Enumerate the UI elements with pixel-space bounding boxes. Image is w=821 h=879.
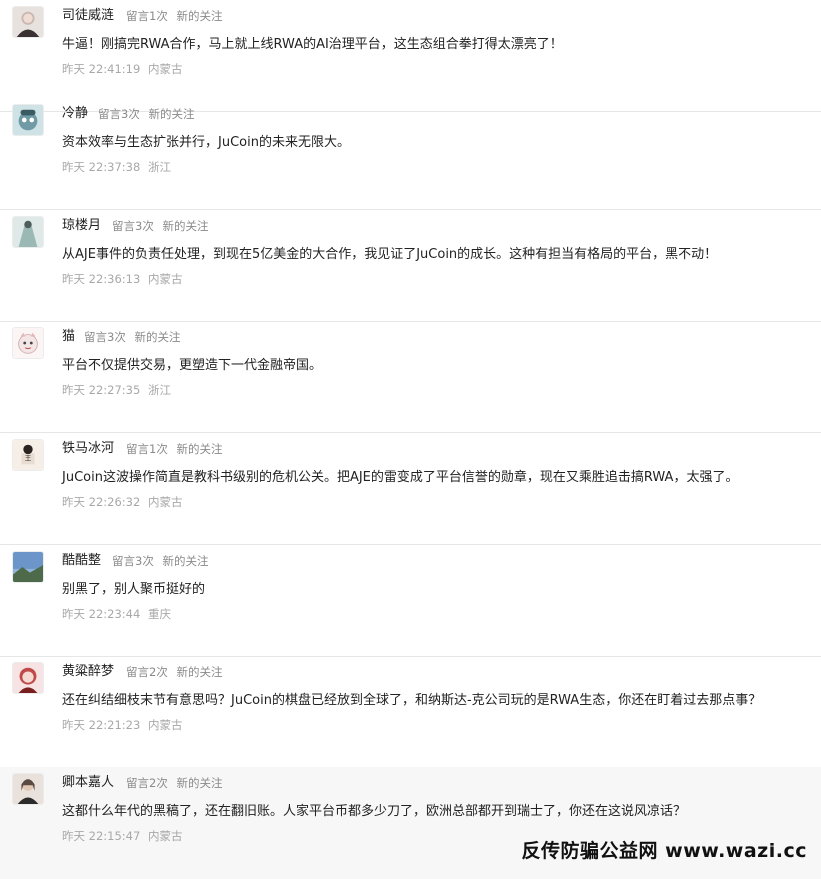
comment-location: 重庆 <box>147 607 171 621</box>
follow-tag: 新的关注 <box>162 219 209 233</box>
comment-timestamp: 昨天 22:26:32 内蒙古 <box>62 494 182 510</box>
comment-item: 琼楼月 留言3次 新的关注 从AJE事件的负责任处理，到现在5亿美金的大合作，我… <box>0 210 821 322</box>
comment-timestamp: 昨天 22:37:38 浙江 <box>62 159 171 175</box>
comment-text: 这都什么年代的黑稿了，还在翻旧账。人家平台币都多少刀了，欧洲总部都开到瑞士了，你… <box>62 804 687 819</box>
commenter-meta: 留言3次 新的关注 <box>112 553 208 569</box>
comment-text: 平台不仅提供交易，更塑造下一代金融帝国。 <box>62 358 323 373</box>
comment-item: 猫 留言3次 新的关注 平台不仅提供交易，更塑造下一代金融帝国。 昨天 22:2… <box>0 321 821 433</box>
comment-timestamp: 昨天 22:27:35 浙江 <box>62 382 171 398</box>
comment-count: 留言1次 <box>126 442 168 456</box>
avatar-doll-icon[interactable]: 王 <box>12 439 44 471</box>
comment-text: JuCoin这波操作简直是教科书级别的危机公关。把AJE的雷变成了平台信誉的勋章… <box>62 470 739 485</box>
comment-location: 内蒙古 <box>147 272 183 286</box>
comment-location: 浙江 <box>147 383 171 397</box>
commenter-name[interactable]: 黄粱醉梦 <box>62 663 114 681</box>
commenter-meta: 留言2次 新的关注 <box>126 664 222 680</box>
svg-text:王: 王 <box>25 455 32 463</box>
comment-time: 昨天 22:21:23 <box>62 718 141 732</box>
comment-count: 留言3次 <box>112 219 154 233</box>
avatar-anime-icon[interactable] <box>12 662 44 694</box>
comment-text: 资本效率与生态扩张并行，JuCoin的未来无限大。 <box>62 135 350 150</box>
comment-time: 昨天 22:23:44 <box>62 607 141 621</box>
avatar-cat-icon[interactable] <box>12 327 44 359</box>
commenter-meta: 留言3次 新的关注 <box>112 218 208 234</box>
comment-text: 从AJE事件的负责任处理，到现在5亿美金的大合作，我见证了JuCoin的成长。这… <box>62 247 718 262</box>
comment-location: 内蒙古 <box>147 718 183 732</box>
comment-timestamp: 昨天 22:23:44 重庆 <box>62 606 171 622</box>
commenter-meta: 留言3次 新的关注 <box>98 106 194 122</box>
comment-count: 留言2次 <box>126 665 168 679</box>
avatar-woman-icon[interactable] <box>12 6 44 38</box>
comment-count: 留言2次 <box>126 776 168 790</box>
follow-tag: 新的关注 <box>176 776 223 790</box>
avatar-landscape-icon[interactable] <box>12 551 44 583</box>
commenter-meta: 留言1次 新的关注 <box>126 8 222 24</box>
commenter-meta: 留言1次 新的关注 <box>126 441 222 457</box>
comment-item: 冷静 留言3次 新的关注 资本效率与生态扩张并行，JuCoin的未来无限大。 昨… <box>0 98 821 210</box>
follow-tag: 新的关注 <box>162 554 209 568</box>
comment-location: 内蒙古 <box>147 62 183 76</box>
comment-time: 昨天 22:26:32 <box>62 495 141 509</box>
comment-time: 昨天 22:15:47 <box>62 829 141 843</box>
comment-item: 司徒威涟 留言1次 新的关注 牛逼！刚搞完RWA合作，马上就上线RWA的AI治理… <box>0 0 821 112</box>
commenter-name[interactable]: 酷酷整 <box>62 552 101 570</box>
avatar-cartoon-icon[interactable] <box>12 104 44 136</box>
comment-timestamp: 昨天 22:36:13 内蒙古 <box>62 271 182 287</box>
comment-location: 内蒙古 <box>147 829 183 843</box>
comment-text: 别黑了，别人聚币挺好的 <box>62 582 206 597</box>
watermark: 反传防骗公益网 www.wazi.cc <box>521 840 807 862</box>
follow-tag: 新的关注 <box>134 330 181 344</box>
commenter-meta: 留言3次 新的关注 <box>84 329 180 345</box>
avatar-portrait-icon[interactable] <box>12 773 44 805</box>
follow-tag: 新的关注 <box>176 665 223 679</box>
comment-text: 牛逼！刚搞完RWA合作，马上就上线RWA的AI治理平台，这生态组合拳打得太漂亮了… <box>62 37 563 52</box>
comment-timestamp: 昨天 22:21:23 内蒙古 <box>62 717 182 733</box>
comment-location: 内蒙古 <box>147 495 183 509</box>
comment-location: 浙江 <box>147 160 171 174</box>
commenter-name[interactable]: 铁马冰河 <box>62 440 114 458</box>
comment-timestamp: 昨天 22:15:47 内蒙古 <box>62 828 182 844</box>
comment-count: 留言3次 <box>112 554 154 568</box>
avatar-figure-icon[interactable] <box>12 216 44 248</box>
comment-item: 黄粱醉梦 留言2次 新的关注 还在纠结细枝末节有意思吗？JuCoin的棋盘已经放… <box>0 656 821 768</box>
follow-tag: 新的关注 <box>176 442 223 456</box>
comment-time: 昨天 22:27:35 <box>62 383 141 397</box>
commenter-name[interactable]: 冷静 <box>62 105 88 123</box>
commenter-name[interactable]: 卿本嘉人 <box>62 774 114 792</box>
comment-count: 留言3次 <box>84 330 126 344</box>
comment-timestamp: 昨天 22:41:19 内蒙古 <box>62 61 182 77</box>
commenter-name[interactable]: 琼楼月 <box>62 217 101 235</box>
comment-time: 昨天 22:37:38 <box>62 160 141 174</box>
commenter-name[interactable]: 司徒威涟 <box>62 7 114 25</box>
commenter-name[interactable]: 猫 <box>62 328 75 346</box>
commenter-meta: 留言2次 新的关注 <box>126 775 222 791</box>
comment-count: 留言3次 <box>98 107 140 121</box>
comment-time: 昨天 22:36:13 <box>62 272 141 286</box>
comment-count: 留言1次 <box>126 9 168 23</box>
follow-tag: 新的关注 <box>148 107 195 121</box>
comment-item: 酷酷整 留言3次 新的关注 别黑了，别人聚币挺好的 昨天 22:23:44 重庆 <box>0 545 821 657</box>
comment-text: 还在纠结细枝末节有意思吗？JuCoin的棋盘已经放到全球了，和纳斯达-克公司玩的… <box>62 693 762 708</box>
follow-tag: 新的关注 <box>176 9 223 23</box>
comment-time: 昨天 22:41:19 <box>62 62 141 76</box>
comment-item: 王 铁马冰河 留言1次 新的关注 JuCoin这波操作简直是教科书级别的危机公关… <box>0 433 821 545</box>
